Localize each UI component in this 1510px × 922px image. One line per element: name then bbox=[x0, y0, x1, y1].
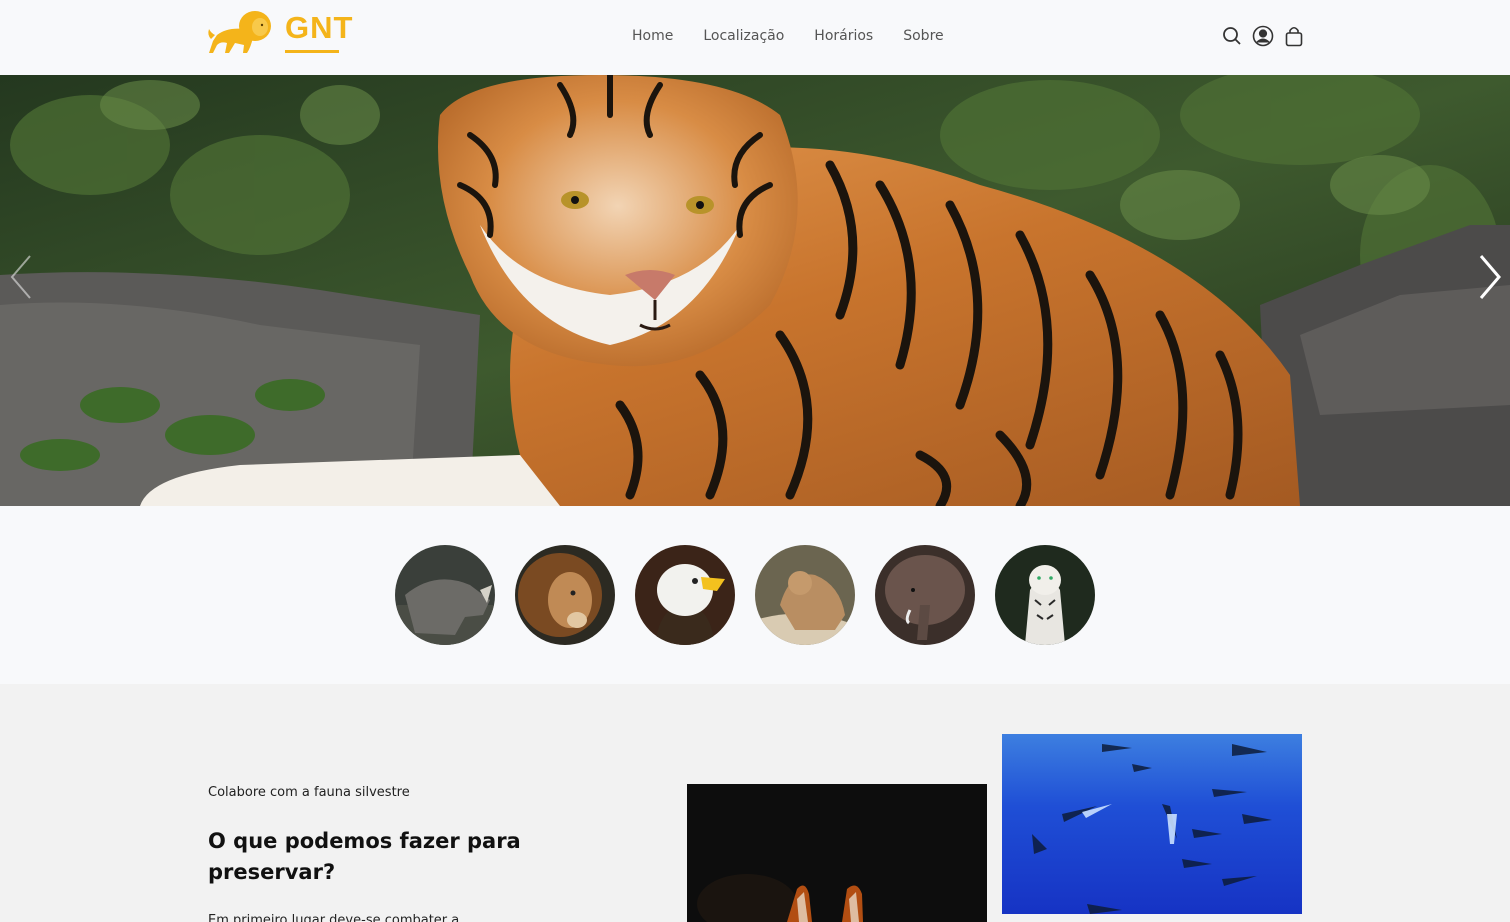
carousel-next-button[interactable] bbox=[1475, 252, 1505, 302]
nav-home[interactable]: Home bbox=[632, 26, 673, 46]
bag-icon[interactable] bbox=[1283, 24, 1305, 48]
animal-thumb-white-tiger[interactable] bbox=[995, 545, 1095, 645]
nav-horarios[interactable]: Horários bbox=[814, 26, 873, 46]
site-header: GNT Home Localização Horários Sobre bbox=[0, 0, 1510, 75]
header-actions bbox=[1221, 24, 1305, 48]
animal-thumb-rhino[interactable] bbox=[395, 545, 495, 645]
animal-thumbnails bbox=[0, 506, 1510, 684]
sharks-image bbox=[1002, 734, 1302, 914]
lion-logo-icon bbox=[208, 11, 271, 53]
animal-thumb-puma[interactable] bbox=[755, 545, 855, 645]
animal-thumb-eagle[interactable] bbox=[635, 545, 735, 645]
chevron-right-icon bbox=[1479, 255, 1501, 299]
nav-sobre[interactable]: Sobre bbox=[903, 26, 943, 46]
carousel-prev-button[interactable] bbox=[6, 252, 36, 302]
conservation-section: Colabore com a fauna silvestre O que pod… bbox=[0, 684, 1510, 922]
search-icon[interactable] bbox=[1221, 24, 1243, 48]
section-body: Em primeiro lugar deve-se combater a ile… bbox=[208, 913, 460, 922]
chevron-left-icon bbox=[10, 255, 31, 299]
hero-carousel bbox=[0, 75, 1510, 506]
nav-localizacao[interactable]: Localização bbox=[703, 26, 784, 46]
user-icon[interactable] bbox=[1252, 24, 1274, 48]
hero-tiger-image bbox=[0, 75, 1510, 506]
logo-underline bbox=[285, 50, 339, 53]
animal-thumb-elephant[interactable] bbox=[875, 545, 975, 645]
brand-logo[interactable]: GNT bbox=[207, 8, 352, 58]
section-title: O que podemos fazer para preservar? bbox=[208, 829, 521, 884]
logo-text: GNT bbox=[285, 10, 354, 45]
section-eyebrow: Colabore com a fauna silvestre bbox=[208, 785, 410, 800]
main-nav: Home Localização Horários Sobre bbox=[632, 26, 944, 46]
fox-image bbox=[687, 784, 987, 922]
animal-thumb-lion[interactable] bbox=[515, 545, 615, 645]
